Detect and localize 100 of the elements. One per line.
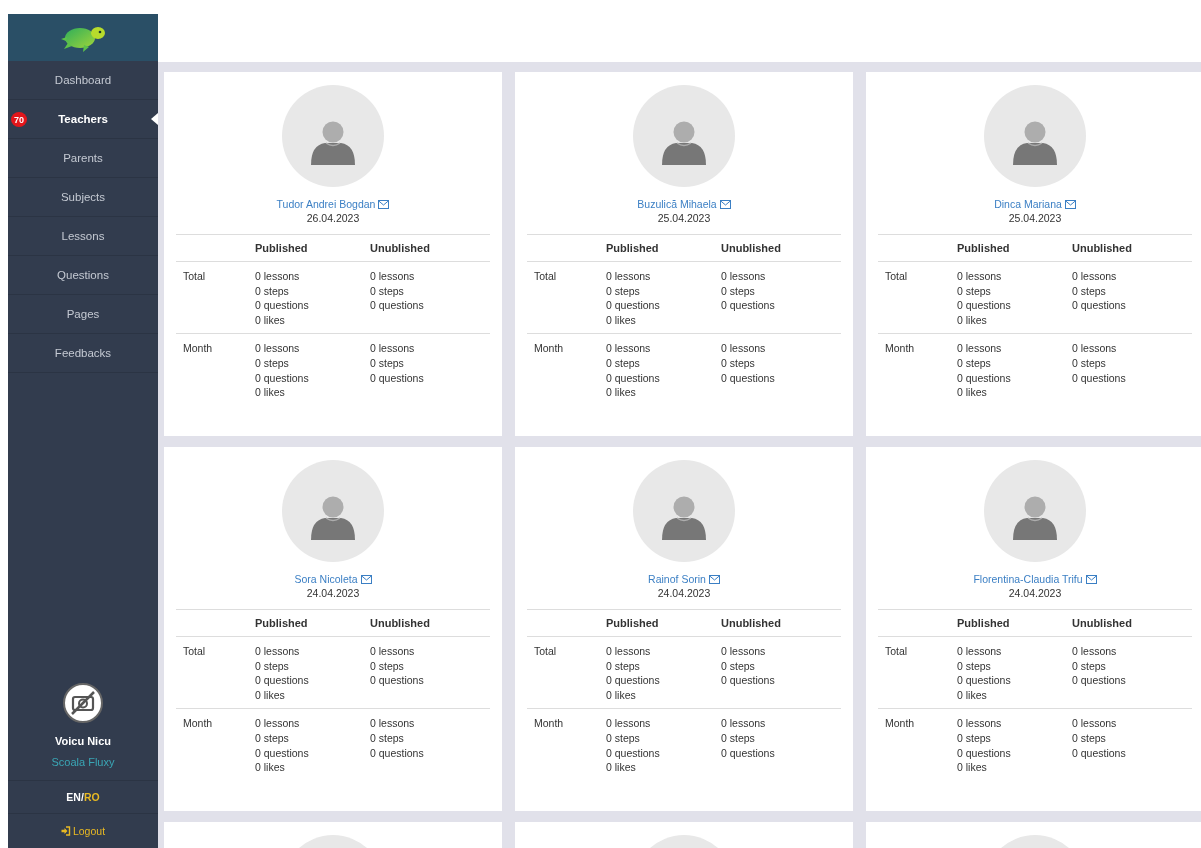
stat-text: 0 likes (255, 760, 286, 775)
sign-in-icon (60, 826, 71, 836)
column-header: Unublished (370, 617, 431, 629)
stat-text: 0 questions (255, 745, 310, 761)
stat-text: 0 steps (957, 355, 992, 371)
language-separator: / (80, 791, 84, 803)
stat-text: 0 questions (1072, 745, 1127, 761)
user-name: Voicu Nicu (55, 735, 111, 747)
stat-text: 0 lessons (606, 716, 652, 731)
stat-text: 0 questions (370, 298, 425, 313)
stat-text: 0 likes (255, 687, 286, 703)
logout-link[interactable]: Logout (60, 825, 106, 837)
stat-text: 0 questions (606, 370, 661, 386)
stat-text: 0 lessons (255, 341, 301, 356)
stat-text: 0 questions (721, 673, 776, 688)
stat-text: 0 questions (606, 745, 661, 761)
row-label: Total (183, 645, 206, 657)
stat-text: 0 questions (957, 673, 1012, 688)
stat-text: 0 lessons (606, 644, 652, 659)
stat-text: 0 questions (606, 673, 661, 688)
envelope-icon[interactable] (1085, 574, 1097, 584)
stat-text: 0 lessons (1072, 269, 1118, 284)
stat-text: 0 lessons (957, 644, 1003, 659)
envelope-icon[interactable] (719, 199, 731, 209)
stat-text: 0 likes (957, 687, 988, 703)
date-text: 24.04.2023 (1008, 587, 1062, 599)
envelope-icon[interactable] (1064, 199, 1076, 209)
stat-text: 0 lessons (255, 269, 301, 284)
stat-text: 0 questions (370, 370, 425, 386)
stat-text: 0 questions (370, 673, 425, 688)
stat-text: 0 lessons (957, 341, 1003, 356)
date-text: 25.04.2023 (1008, 212, 1062, 224)
stat-text: 0 questions (255, 298, 310, 313)
stat-text: 0 steps (255, 283, 290, 299)
stat-text: 0 steps (1072, 355, 1107, 371)
stat-text: 0 steps (721, 730, 756, 746)
stat-text: 0 questions (721, 745, 776, 761)
stat-text: 0 lessons (1072, 716, 1118, 731)
stat-text: 0 lessons (606, 269, 652, 284)
teacher-name-link[interactable]: Dinca Mariana (994, 198, 1062, 210)
stat-text: 0 lessons (957, 716, 1003, 731)
stat-text: 0 lessons (957, 269, 1003, 284)
stat-text: 0 steps (606, 283, 641, 299)
row-label: Month (885, 717, 915, 730)
column-header: Published (606, 242, 660, 254)
column-header: Unublished (721, 617, 782, 629)
stat-text: 0 likes (255, 385, 286, 400)
stat-text: 0 steps (1072, 658, 1107, 674)
row-label: Total (183, 270, 206, 282)
stat-text: 0 questions (957, 370, 1012, 386)
stat-text: 0 questions (721, 370, 776, 386)
row-label: Total (534, 270, 557, 282)
row-label: Month (534, 717, 564, 730)
stat-text: 0 steps (255, 658, 290, 674)
stat-text: 0 lessons (721, 716, 767, 731)
stat-text: 0 steps (255, 730, 290, 746)
stat-text: 0 questions (721, 298, 776, 313)
language-option[interactable]: EN (66, 791, 81, 803)
stat-text: 0 lessons (370, 269, 416, 284)
stat-text: 0 questions (255, 673, 310, 688)
stat-text: 0 steps (1072, 730, 1107, 746)
date-text: 26.04.2023 (306, 212, 360, 224)
envelope-icon[interactable] (360, 574, 372, 584)
stat-text: 0 questions (1072, 370, 1127, 386)
envelope-icon[interactable] (378, 199, 390, 209)
row-label: Month (885, 342, 915, 355)
stat-text: 0 lessons (721, 341, 767, 356)
stat-text: 0 questions (606, 298, 661, 313)
stat-text: 0 lessons (606, 341, 652, 356)
column-header: Unublished (370, 242, 431, 254)
stat-text: 0 lessons (1072, 644, 1118, 659)
stat-text: 0 steps (721, 355, 756, 371)
stat-text: 0 likes (606, 760, 637, 775)
stat-text: 0 likes (957, 312, 988, 328)
column-header: Published (957, 242, 1011, 254)
stat-text: 0 questions (255, 370, 310, 386)
stat-text: 0 steps (370, 355, 405, 371)
column-header: Published (255, 617, 309, 629)
stat-text: 0 steps (606, 730, 641, 746)
stat-text: 0 questions (957, 298, 1012, 313)
stat-text: 0 likes (606, 385, 637, 400)
teacher-name-link[interactable]: Sora Nicoleta (294, 573, 358, 585)
teacher-name-link[interactable]: Rainof Sorin (648, 573, 706, 585)
teacher-name-link[interactable]: Buzulică Mihaela (637, 198, 717, 210)
row-label: Month (534, 342, 564, 355)
stat-text: 0 likes (606, 312, 637, 328)
stat-text: 0 steps (606, 355, 641, 371)
date-text: 24.04.2023 (657, 587, 711, 599)
stat-text: 0 lessons (255, 644, 301, 659)
row-label: Total (534, 645, 557, 657)
column-header: Published (255, 242, 309, 254)
stat-text: 0 steps (370, 283, 405, 299)
teacher-name-link[interactable]: Tudor Andrei Bogdan (276, 198, 376, 210)
teacher-name-link[interactable]: Florentina-Claudia Trifu (973, 573, 1083, 585)
envelope-icon[interactable] (708, 574, 720, 584)
stat-text: 0 steps (1072, 283, 1107, 299)
stat-text: 0 likes (606, 687, 637, 703)
stat-text: 0 questions (370, 745, 425, 761)
row-label: Month (183, 717, 213, 730)
column-header: Published (606, 617, 660, 629)
